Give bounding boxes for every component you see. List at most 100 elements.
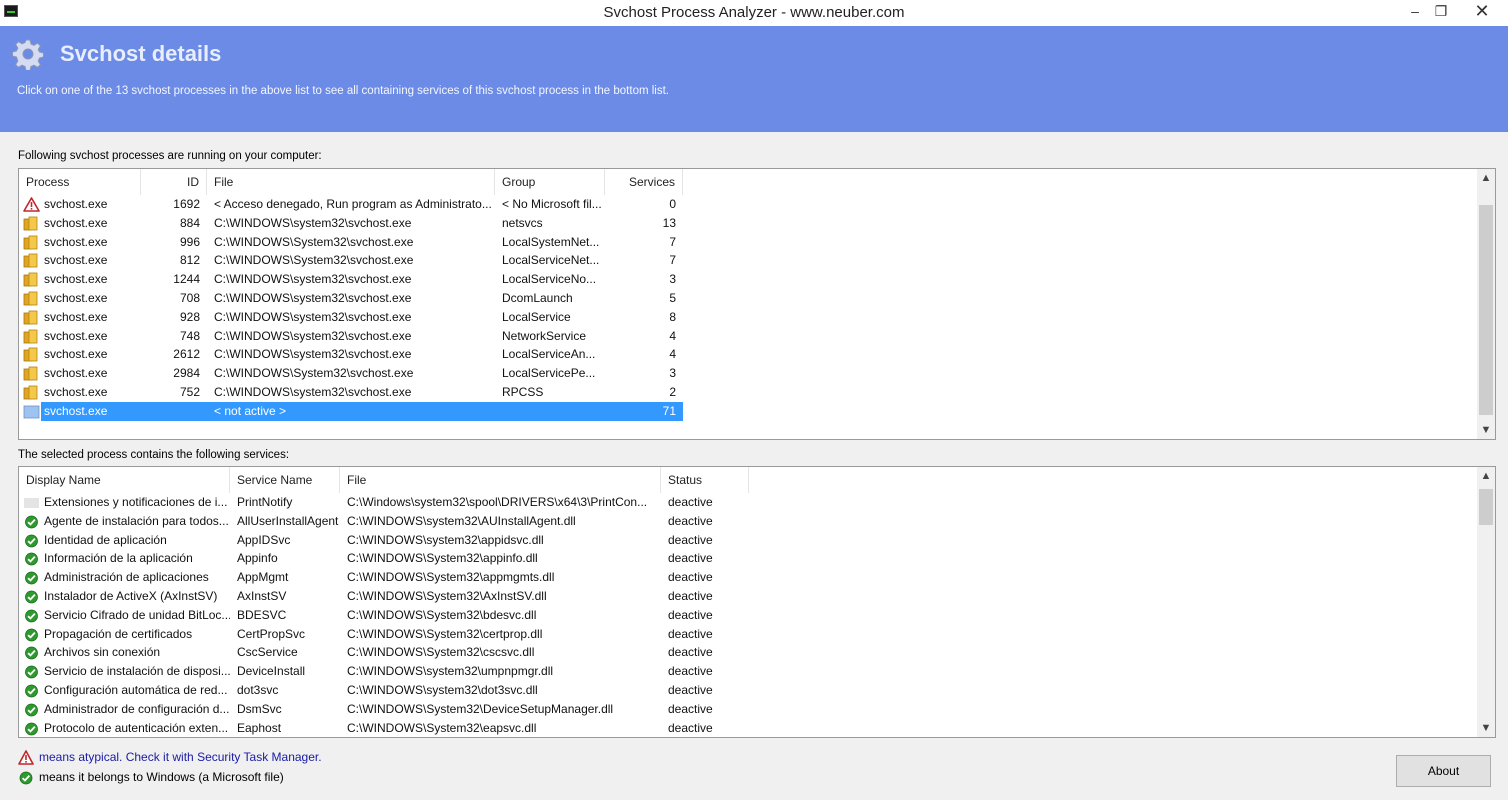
service-row[interactable]: Administrador de configuración d... DsmSv…: [19, 700, 1475, 719]
scroll-down-button[interactable]: ▼: [1477, 421, 1495, 439]
cell-file: C:\WINDOWS\System32\appinfo.dll: [347, 551, 538, 566]
cell-file: C:\WINDOWS\System32\svchost.exe: [214, 234, 414, 249]
service-row[interactable]: Extensiones y notificaciones de i... Prin…: [19, 493, 1475, 512]
gear-icon: [12, 39, 44, 70]
cell-status: deactive: [668, 495, 713, 509]
cell-process: svchost.exe: [44, 347, 108, 362]
cell-file: C:\WINDOWS\system32\svchost.exe: [214, 215, 412, 230]
cell-service: AppIDSvc: [237, 532, 291, 547]
legend-atypical-text[interactable]: means atypical. Check it with Security T…: [39, 750, 322, 764]
process-row[interactable]: svchost.exe 812 C:\WINDOWS\System32\svchos…: [19, 251, 1475, 270]
process-row[interactable]: svchost.exe 928 C:\WINDOWS\system32\svchos…: [19, 308, 1475, 327]
cell-file: C:\WINDOWS\System32\certprop.dll: [347, 626, 543, 641]
cell-status: deactive: [668, 720, 713, 735]
service-row[interactable]: Administración de aplicaciones AppMgmt C:\…: [19, 568, 1475, 587]
page-title: Svchost details: [60, 41, 222, 66]
process-list-header: Process ID File Group Services: [19, 169, 1495, 195]
cell-display: Extensiones y notificaciones de i...: [44, 495, 228, 509]
cell-display: Información de la aplicación: [44, 551, 193, 566]
service-row[interactable]: Instalador de ActiveX (AxInstSV) AxInstSV…: [19, 587, 1475, 606]
maximize-button[interactable]: ❐: [1426, 0, 1456, 24]
service-row[interactable]: Servicio Cifrado de unidad BitLoc... BDES…: [19, 606, 1475, 625]
cell-display: Agente de instalación para todos...: [44, 513, 229, 528]
service-row[interactable]: Configuración automática de red... dot3sv…: [19, 681, 1475, 700]
cell-id: 1244: [173, 272, 200, 287]
cell-status: deactive: [668, 682, 713, 697]
service-row[interactable]: Protocolo de autenticación exten... Eapho…: [19, 719, 1475, 737]
process-list[interactable]: Process ID File Group Services svchost.e…: [18, 168, 1496, 440]
process-row[interactable]: svchost.exe 748 C:\WINDOWS\system32\svchos…: [19, 327, 1475, 346]
cell-file: C:\WINDOWS\system32\svchost.exe: [214, 328, 412, 343]
scroll-up-button[interactable]: ▲: [1477, 467, 1495, 485]
service-row[interactable]: Archivos sin conexión CscService C:\WINDOW…: [19, 643, 1475, 662]
cell-display: Instalador de ActiveX (AxInstSV): [44, 588, 218, 603]
process-list-scrollbar[interactable]: ▲ ▼: [1477, 169, 1495, 439]
cell-process: svchost.exe: [44, 384, 108, 399]
column-header-service-name[interactable]: Service Name: [230, 467, 340, 493]
cell-services: 3: [669, 366, 676, 381]
process-row[interactable]: svchost.exe 1244 C:\WINDOWS\system32\svcho…: [19, 270, 1475, 289]
cell-services: 4: [669, 347, 676, 362]
header-banner: Svchost details Click on one of the 13 s…: [0, 26, 1508, 132]
process-row[interactable]: svchost.exe 752 C:\WINDOWS\system32\svchos…: [19, 383, 1475, 402]
cell-process: svchost.exe: [44, 234, 108, 249]
cell-status: deactive: [668, 513, 713, 528]
cell-status: deactive: [668, 626, 713, 641]
process-row[interactable]: svchost.exe 2612 C:\WINDOWS\system32\svcho…: [19, 345, 1475, 364]
about-button[interactable]: About: [1396, 755, 1491, 787]
scroll-thumb[interactable]: [1479, 205, 1493, 415]
cell-process: svchost.exe: [44, 290, 108, 305]
cell-id: 2984: [173, 366, 200, 381]
cell-group: [495, 402, 605, 421]
scroll-down-button[interactable]: ▼: [1477, 719, 1495, 737]
cell-service: Appinfo: [237, 551, 278, 566]
service-list[interactable]: Display Name Service Name File Status Ex…: [18, 466, 1496, 738]
process-row[interactable]: svchost.exe 708 C:\WINDOWS\system32\svchos…: [19, 289, 1475, 308]
cell-services: 5: [669, 290, 676, 305]
service-row[interactable]: Servicio de instalación de disposi... Dev…: [19, 662, 1475, 681]
scroll-up-button[interactable]: ▲: [1477, 169, 1495, 187]
column-header-process[interactable]: Process: [19, 169, 141, 195]
cell-service: AxInstSV: [237, 588, 287, 603]
cell-services: 13: [662, 215, 676, 230]
cell-services: 4: [669, 328, 676, 343]
column-header-status[interactable]: Status: [661, 467, 749, 493]
close-button[interactable]: ✕: [1458, 0, 1506, 24]
service-rows: Extensiones y notificaciones de i... Prin…: [19, 493, 1475, 737]
cell-display: Servicio Cifrado de unidad BitLoc...: [44, 607, 230, 622]
window-title: Svchost Process Analyzer - www.neuber.co…: [603, 4, 905, 21]
column-header-id[interactable]: ID: [141, 169, 207, 195]
process-row[interactable]: svchost.exe 2984 C:\WINDOWS\System32\svcho…: [19, 364, 1475, 383]
process-row[interactable]: svchost.exe 884 C:\WINDOWS\system32\svchos…: [19, 214, 1475, 233]
cell-id: 812: [179, 253, 200, 268]
process-row[interactable]: svchost.exe < not active > 71: [19, 401, 1475, 421]
column-header-file[interactable]: File: [340, 467, 661, 493]
column-header-file[interactable]: File: [207, 169, 495, 195]
cell-process: svchost.exe: [44, 215, 108, 230]
service-row[interactable]: Propagación de certificados CertPropSvc C:…: [19, 625, 1475, 644]
cell-group: LocalService: [502, 309, 571, 324]
cell-file: C:\WINDOWS\System32\bdesvc.dll: [347, 607, 537, 622]
column-header-services[interactable]: Services: [605, 169, 683, 195]
cell-file: < Acceso denegado, Run program as Admini…: [214, 197, 492, 211]
process-row[interactable]: svchost.exe 996 C:\WINDOWS\System32\svchos…: [19, 233, 1475, 252]
cell-status: deactive: [668, 588, 713, 603]
cell-display: Propagación de certificados: [44, 626, 193, 641]
cell-service: AppMgmt: [237, 570, 289, 585]
legend-microsoft: means it belongs to Windows (a Microsoft…: [18, 770, 338, 786]
page-description: Click on one of the 13 svchost processes…: [17, 85, 669, 97]
scroll-thumb[interactable]: [1479, 489, 1493, 525]
service-row[interactable]: Identidad de aplicación AppIDSvc C:\WINDOW…: [19, 531, 1475, 550]
service-list-scrollbar[interactable]: ▲ ▼: [1477, 467, 1495, 737]
service-row[interactable]: Información de la aplicación Appinfo C:\WI…: [19, 549, 1475, 568]
cell-status: deactive: [668, 551, 713, 566]
column-header-display-name[interactable]: Display Name: [19, 467, 230, 493]
process-row[interactable]: svchost.exe 1692 < Acceso denegado, Run pr…: [19, 195, 1475, 214]
cell-id: [141, 402, 207, 421]
cell-status: deactive: [668, 645, 713, 660]
cell-display: Servicio de instalación de disposi...: [44, 664, 230, 679]
column-header-group[interactable]: Group: [495, 169, 605, 195]
cell-group: LocalServiceNet...: [502, 253, 600, 268]
cell-status: deactive: [668, 701, 713, 716]
service-row[interactable]: Agente de instalación para todos... AllUs…: [19, 512, 1475, 531]
